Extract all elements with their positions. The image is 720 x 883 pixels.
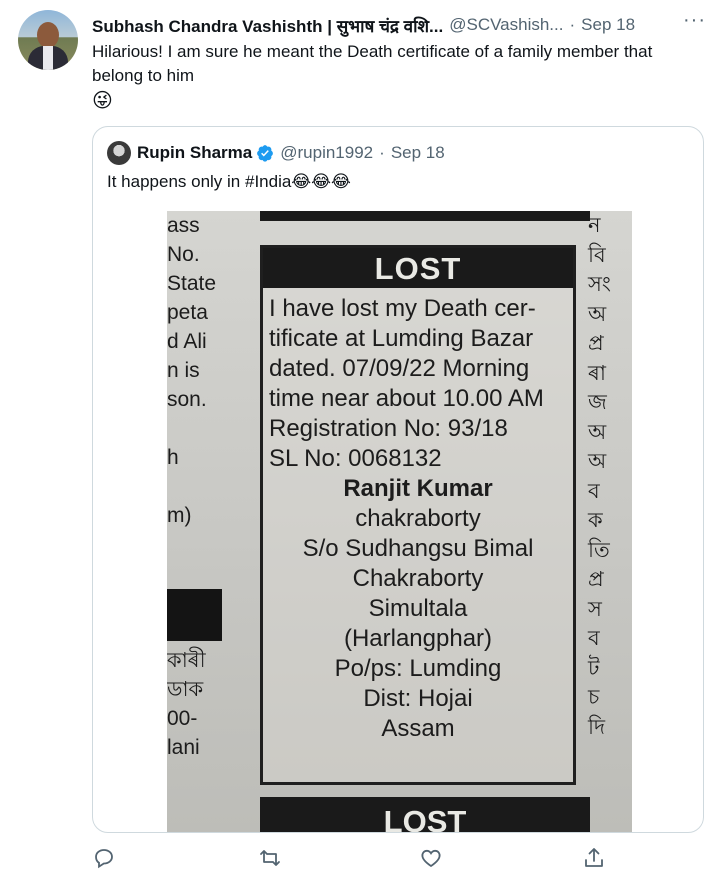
right-line: স [588,597,602,621]
left-line: n is [167,359,200,382]
left-line: No. [167,243,200,266]
share-icon[interactable] [582,846,606,870]
author-handle[interactable]: @SCVashish... [449,15,563,35]
quoted-tweet-text: It happens only in #India😂😂😂 [107,172,351,191]
left-line: ডাক [167,678,204,701]
right-line: ন [588,214,601,237]
left-line: State [167,272,217,295]
tweet-emoji: 😜 [92,90,113,112]
left-line: কাৰী [167,649,206,672]
author-avatar[interactable] [18,10,78,70]
right-line: অ [588,302,607,326]
left-column-rule [167,589,222,641]
left-line: peta [167,301,208,324]
left-line: m) [167,504,192,527]
separator-dot: · [379,143,385,162]
left-line [167,530,222,559]
left-line: lani [167,736,200,759]
left-line [167,472,222,501]
quoted-author-handle[interactable]: @rupin1992 [280,143,373,163]
quoted-tweet-header: Rupin Sharma @rupin1992 · Sep 18 [107,141,445,165]
right-line: সং [588,273,611,296]
right-line: ব [588,479,600,503]
right-line: ব [588,627,600,650]
tweet-text: Hilarious! I am sure he meant the Death … [92,42,653,85]
right-line: অ [588,420,607,444]
left-line: ass [167,214,200,237]
ad-address-line: (Harlangphar) [343,625,493,652]
separator-dot: · [569,15,576,34]
ad-address-line: Chakraborty [352,565,484,592]
right-line: তি [588,538,610,562]
ad-body: I have lost my Death cer- tificate at Lu… [263,288,573,744]
left-line: h [167,446,179,469]
like-icon[interactable] [419,846,443,870]
ad-line: Registration No: 93/18 [269,415,508,442]
second-ad-title: LOST [260,797,590,832]
ad-line: tificate at Lumding Bazar [269,325,534,352]
avatar-face [37,22,59,48]
ad-line: SL No: 0068132 [269,445,442,472]
quoted-author-name[interactable]: Rupin Sharma [137,143,252,163]
tweet-header: Subhash Chandra Vashishth | सुभाष चंद्र … [92,13,712,37]
ad-line: dated. 07/09/22 Morning [269,355,530,382]
right-line: বি [588,243,606,267]
left-line: d Ali [167,330,207,353]
quoted-author-avatar[interactable] [107,141,131,165]
ad-address-line: chakraborty [355,505,481,532]
right-line: ট [588,656,600,680]
lost-ad: LOST I have lost my Death cer- tificate … [260,245,576,785]
ad-address-line: Simultala [368,595,468,622]
right-line: প্ৰ [588,332,604,355]
author-name[interactable]: Subhash Chandra Vashishth | सुभाष चंद्र … [92,14,443,37]
left-column-text: ass No. State peta d Ali n is son. h m) … [167,211,222,832]
right-line: অ [588,450,607,473]
ad-title: LOST [263,248,573,288]
tweet-date[interactable]: Sep 18 [581,15,635,35]
left-line: 00- [167,707,198,730]
quoted-tweet[interactable]: Rupin Sharma @rupin1992 · Sep 18 It happ… [92,126,704,833]
left-line: son. [167,388,207,411]
right-line: জ [588,391,607,414]
quoted-tweet-date[interactable]: Sep 18 [391,143,445,163]
reply-icon[interactable] [92,846,116,870]
newspaper-photo[interactable]: ass No. State peta d Ali n is son. h m) … [167,211,632,832]
ad-address-line: Po/ps: Lumding [334,655,502,682]
verified-badge-icon [257,145,274,162]
retweet-icon[interactable] [258,846,282,870]
right-line: দি [588,715,606,739]
avatar-shirt [43,46,53,70]
ad-line: time near about 10.00 AM [269,385,544,412]
ad-address-line: S/o Sudhangsu Bimal [302,535,534,562]
left-line [167,414,222,443]
ad-address-line: Dist: Hojai [363,685,473,712]
right-line: ক [588,509,603,532]
right-column-text: ন বি সং অ প্ৰ ৰা জ অ অ ব ক তি প্ৰ স ব ট … [582,211,632,832]
right-line: চ [588,686,600,709]
ad-address-line: Assam [381,715,455,742]
more-options-icon[interactable]: ··· [683,9,706,32]
left-line [167,559,222,588]
right-line: ৰা [588,361,606,385]
ad-line: I have lost my Death cer- [269,295,536,322]
tweet-actions [92,846,692,876]
ad-name: Ranjit Kumar [343,475,493,502]
right-line: প্ৰ [588,568,604,591]
ad-top-rule [260,211,590,221]
